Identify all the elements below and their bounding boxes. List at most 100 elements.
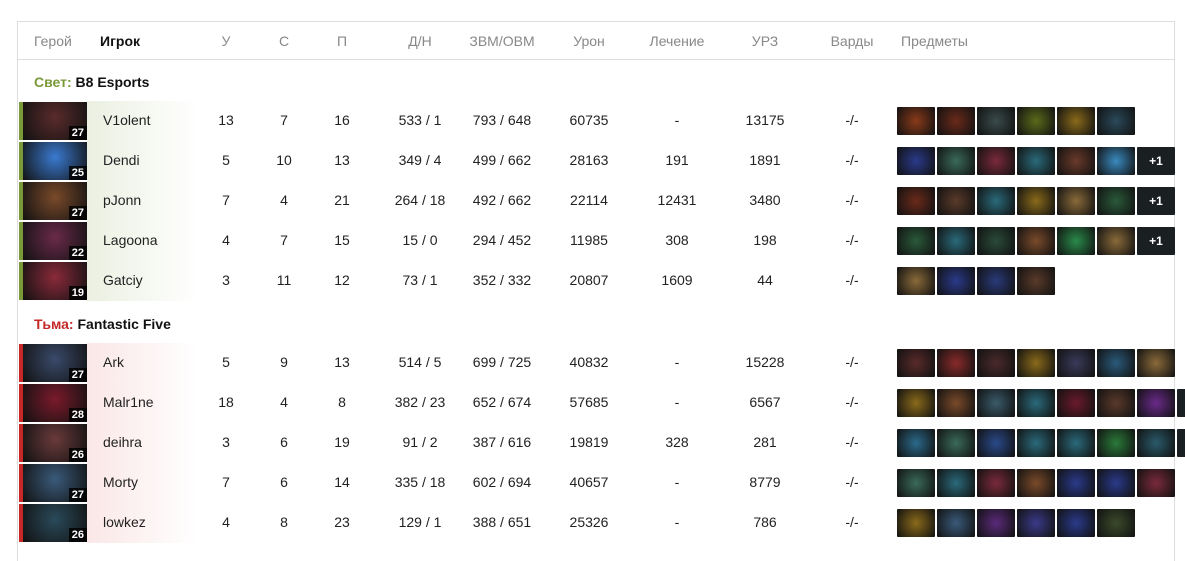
header-hero[interactable]: Герой [34,33,72,49]
item-icon[interactable] [937,389,975,417]
hero-portrait[interactable]: 28 [19,384,87,422]
header-wards[interactable]: Варды [831,33,874,49]
item-icon[interactable] [897,147,935,175]
item-icon[interactable] [897,469,935,497]
item-icon[interactable] [937,509,975,537]
item-icon[interactable] [1097,469,1135,497]
item-icon[interactable] [937,107,975,135]
player-name[interactable]: Dendi [103,152,140,168]
item-icon[interactable] [1017,389,1055,417]
item-icon[interactable] [937,187,975,215]
item-icon[interactable] [977,107,1015,135]
header-gpm-xpm[interactable]: ЗВМ/ОВМ [469,33,534,49]
item-icon[interactable] [1057,389,1095,417]
item-icon[interactable] [1097,227,1135,255]
item-icon[interactable] [1137,429,1175,457]
hero-portrait[interactable]: 27 [19,182,87,220]
item-icon[interactable] [897,389,935,417]
hero-portrait[interactable]: 27 [19,464,87,502]
hero-portrait[interactable]: 26 [19,424,87,462]
item-icon[interactable] [1097,349,1135,377]
item-icon[interactable] [1017,349,1055,377]
item-icon[interactable] [937,429,975,457]
more-items-badge[interactable]: +1 [1137,147,1175,175]
item-icon[interactable] [937,267,975,295]
item-icon[interactable] [1137,349,1175,377]
item-icon[interactable] [897,107,935,135]
hero-portrait[interactable]: 27 [19,102,87,140]
item-icon[interactable] [977,389,1015,417]
item-icon[interactable] [977,509,1015,537]
more-items-badge[interactable]: +1 [1137,187,1175,215]
header-assists[interactable]: П [337,33,347,49]
item-icon[interactable] [1097,187,1135,215]
item-icon[interactable] [897,349,935,377]
player-name[interactable]: Morty [103,474,138,490]
more-items-badge[interactable]: +1 [1177,389,1185,417]
hero-portrait[interactable]: 22 [19,222,87,260]
item-icon[interactable] [977,429,1015,457]
header-player[interactable]: Игрок [100,33,140,49]
item-icon[interactable] [977,267,1015,295]
header-building-damage[interactable]: УРЗ [752,33,778,49]
item-icon[interactable] [977,187,1015,215]
header-kills[interactable]: У [222,33,231,49]
item-icon[interactable] [1017,227,1055,255]
item-icon[interactable] [897,267,935,295]
item-icon[interactable] [1057,147,1095,175]
item-icon[interactable] [977,469,1015,497]
hero-portrait[interactable]: 19 [19,262,87,300]
item-icon[interactable] [1017,267,1055,295]
item-icon[interactable] [1057,349,1095,377]
item-icon[interactable] [1097,147,1135,175]
item-icon[interactable] [1137,469,1175,497]
item-icon[interactable] [1017,429,1055,457]
more-items-badge[interactable]: +1 [1137,227,1175,255]
stat-d: 4 [280,394,288,410]
item-icon[interactable] [977,349,1015,377]
item-icon[interactable] [937,469,975,497]
header-damage[interactable]: Урон [573,33,605,49]
item-icon[interactable] [1057,187,1095,215]
item-icon[interactable] [1017,107,1055,135]
hero-portrait[interactable]: 27 [19,344,87,382]
item-icon[interactable] [977,147,1015,175]
item-icon[interactable] [1057,107,1095,135]
player-name[interactable]: lowkez [103,514,146,530]
item-icon[interactable] [937,227,975,255]
item-icon[interactable] [937,147,975,175]
hero-portrait[interactable]: 26 [19,504,87,542]
item-icon[interactable] [1017,469,1055,497]
item-icon[interactable] [1097,107,1135,135]
player-name[interactable]: pJonn [103,192,141,208]
item-icon[interactable] [1017,187,1055,215]
item-icon[interactable] [1017,147,1055,175]
header-lh-dn[interactable]: Д/Н [408,33,431,49]
item-icon[interactable] [937,349,975,377]
header-healing[interactable]: Лечение [650,33,705,49]
item-icon[interactable] [1057,227,1095,255]
item-icon[interactable] [977,227,1015,255]
item-icon[interactable] [897,227,935,255]
player-name[interactable]: Gatciy [103,272,143,288]
item-icon[interactable] [1057,509,1095,537]
item-icon[interactable] [1017,509,1055,537]
item-icon[interactable] [897,509,935,537]
more-items-badge[interactable]: +1 [1177,429,1185,457]
header-deaths[interactable]: С [279,33,289,49]
player-name[interactable]: V1olent [103,112,150,128]
item-icon[interactable] [897,429,935,457]
item-icon[interactable] [1097,389,1135,417]
item-icon[interactable] [1057,429,1095,457]
table-header: Герой Игрок У С П Д/Н ЗВМ/ОВМ Урон Лечен… [18,22,1174,60]
item-icon[interactable] [1097,509,1135,537]
item-icon[interactable] [1097,429,1135,457]
item-icon[interactable] [1137,389,1175,417]
player-name[interactable]: Lagoona [103,232,158,248]
player-name[interactable]: deihra [103,434,142,450]
player-name[interactable]: Malr1ne [103,394,154,410]
item-icon[interactable] [1057,469,1095,497]
item-icon[interactable] [897,187,935,215]
hero-portrait[interactable]: 25 [19,142,87,180]
player-name[interactable]: Ark [103,354,124,370]
